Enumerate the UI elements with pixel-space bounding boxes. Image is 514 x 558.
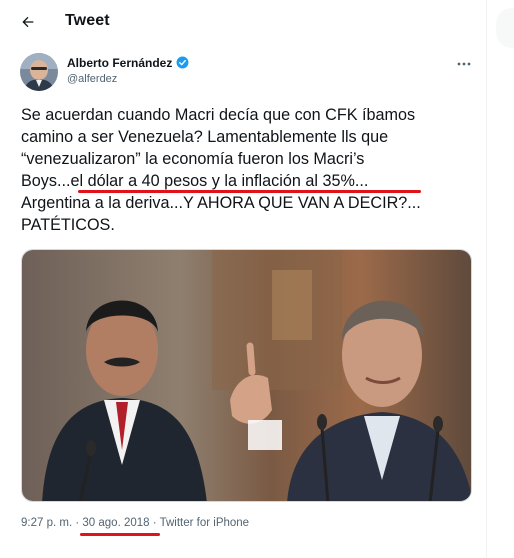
tweet-header: Tweet <box>0 0 487 44</box>
red-underline-annotation <box>80 533 160 536</box>
page-title: Tweet <box>65 12 110 29</box>
author-name[interactable]: Alberto Fernández <box>67 56 172 70</box>
more-horizontal-icon <box>457 62 471 66</box>
tweet-date[interactable]: 30 ago. 2018 <box>82 517 149 529</box>
right-sidebar <box>488 0 514 558</box>
arrow-left-icon <box>22 16 34 28</box>
tweet-source[interactable]: Twitter for iPhone <box>160 517 249 529</box>
tweet-line: PATÉTICOS. <box>21 216 115 234</box>
tweet-line: “venezualizaron” la economía fueron los … <box>21 150 365 168</box>
tweet-meta: 9:27 p. m. · 30 ago. 2018 · Twitter for … <box>21 517 249 529</box>
more-button[interactable] <box>452 56 476 72</box>
back-button[interactable] <box>14 8 42 36</box>
verified-badge-icon <box>176 56 189 69</box>
tweet-line: Argentina a la deriva...Y AHORA QUE VAN … <box>21 194 421 212</box>
avatar[interactable] <box>20 53 58 91</box>
tweet-line: Boys...el dólar a 40 pesos y la inflació… <box>21 170 481 192</box>
tweet-line: camino a ser Venezuela? Lamentablemente … <box>21 128 389 146</box>
meta-separator: · <box>75 517 80 529</box>
author-handle[interactable]: @alferdez <box>67 73 117 85</box>
sidebar-placeholder <box>496 8 514 48</box>
tweet-line: Se acuerdan cuando Macri decía que con C… <box>21 106 416 124</box>
red-underline-annotation <box>78 190 421 193</box>
meta-separator: · <box>152 517 157 529</box>
avatar-image <box>20 53 58 91</box>
tweet-photo[interactable] <box>21 249 472 502</box>
tweet-text: Se acuerdan cuando Macri decía que con C… <box>21 104 481 236</box>
tweet-column: Tweet Alberto Fernández @alferdez Se acu… <box>0 0 487 558</box>
highlighted-phrase: el dólar a 40 pesos y la inflación al 35… <box>70 172 369 190</box>
tweet-line-prefix: Boys... <box>21 172 71 190</box>
tweet-time[interactable]: 9:27 p. m. <box>21 517 72 529</box>
photo-image <box>22 250 471 501</box>
